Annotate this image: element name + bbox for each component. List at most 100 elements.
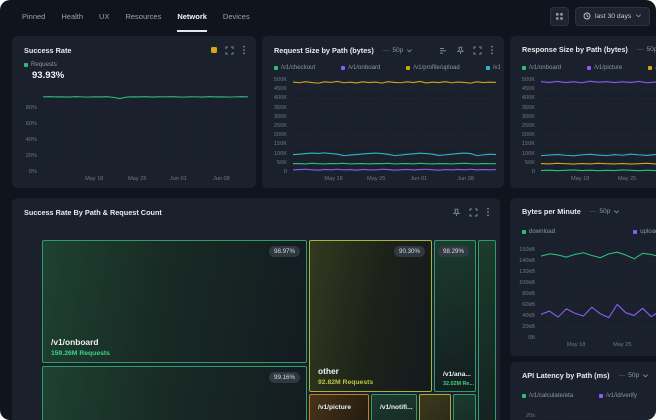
series-/v1/picture	[541, 81, 656, 82]
legend-toggle-icon[interactable]	[439, 46, 448, 55]
time-range-selector[interactable]: last 30 days	[575, 7, 650, 26]
legend-item[interactable]: upload	[633, 228, 656, 235]
legend-item[interactable]: /v1/id/verify	[599, 392, 637, 399]
panel-title: Success Rate By Path & Request Count	[24, 208, 162, 217]
api-latency-chart: 20s	[516, 404, 656, 420]
expand-icon[interactable]	[225, 46, 234, 55]
legend-dot-icon	[648, 66, 652, 70]
series-/v1/user/<id>/profile	[293, 153, 496, 156]
legend-dot-icon	[599, 394, 603, 398]
path-label: /v1/ana...	[443, 371, 471, 378]
legend-item[interactable]: /v1/user/<id>/profile	[486, 64, 500, 71]
response-size-chart: 500K450K400K350K300K250K200K150K100K50K0…	[516, 80, 656, 184]
grid-layout-button[interactable]	[550, 7, 569, 26]
percentile-select[interactable]: — 50p	[383, 47, 414, 54]
panel-title: Bytes per Minute	[522, 207, 581, 216]
chevron-down-icon	[613, 208, 620, 215]
top-controls: last 30 days Filter/Cr	[550, 7, 656, 26]
series-/v1/onboard	[541, 170, 656, 171]
panel-response-size: Response Size by Path (bytes) — 50p /v1/…	[510, 36, 656, 188]
chart-plot	[293, 80, 496, 172]
legend-item[interactable]: Requests	[24, 61, 57, 68]
series-/v1/checkout	[293, 163, 496, 164]
legend-item[interactable]: /v1/profile/upload	[406, 64, 459, 71]
treemap-box-other[interactable]: 90.30% other 92.82M Requests	[309, 240, 432, 392]
panel-api-latency: API Latency by Path (ms) — 50p /v1/calcu…	[510, 362, 656, 420]
treemap-box-unlabeled-1[interactable]	[419, 394, 451, 420]
legend-item[interactable]: /v1/onboard	[522, 64, 561, 71]
chart-plot	[541, 80, 656, 172]
request-count: 92.82M Requests	[318, 379, 373, 386]
top-navigation-bar: Pinned Health UX Resources Network Devices la…	[0, 0, 656, 32]
legend-item[interactable]: /v1/picture	[587, 64, 622, 71]
treemap-box-second[interactable]: 99.16%	[42, 366, 307, 420]
legend: /v1/checkout/v1/onboard/v1/profile/uploa…	[274, 64, 500, 71]
legend-item[interactable]: /v1/profile/upload	[648, 64, 656, 71]
legend-item[interactable]: download	[522, 228, 555, 235]
expand-icon[interactable]	[469, 208, 478, 217]
kebab-menu-icon[interactable]	[490, 45, 494, 55]
percentile-select[interactable]: — 50p	[637, 46, 656, 53]
series-upload	[541, 304, 656, 318]
legend: Requests	[24, 61, 252, 68]
success-badge: 99.16%	[269, 372, 300, 383]
tab-network[interactable]: Network	[177, 0, 207, 32]
dashboard-page: Pinned Health UX Resources Network Devices la…	[0, 0, 656, 420]
success-badge: 98.97%	[269, 246, 300, 257]
tab-resources[interactable]: Resources	[125, 0, 161, 32]
panel-title: Success Rate	[24, 46, 71, 55]
legend-item[interactable]: /v1/checkout	[274, 64, 315, 71]
legend-item[interactable]: /v1/onboard	[341, 64, 380, 71]
legend-dot-icon	[406, 66, 410, 70]
legend-item[interactable]: /v1/calculate/eta	[522, 392, 573, 399]
chevron-down-icon	[642, 372, 649, 379]
treemap-box-picture[interactable]: /v1/picture	[309, 394, 369, 420]
treemap-box-unlabeled-2[interactable]	[453, 394, 476, 420]
treemap-box-analytics[interactable]: 98.29% /v1/ana... 32.02M Re...	[434, 240, 476, 392]
treemap: 98.97% /v1/onboard 159.26M Requests 99.1…	[40, 238, 494, 420]
y-axis-labels: 20s	[516, 404, 538, 420]
percentile-select[interactable]: — 50p	[619, 372, 650, 379]
panel-success-rate: Success Rate Requests 93.93% 80%60%40%20…	[12, 36, 256, 188]
path-label: /v1/onboard	[51, 337, 98, 347]
tab-pinned[interactable]: Pinned	[22, 0, 45, 32]
tab-health[interactable]: Health	[61, 0, 83, 32]
nav-tabs: Pinned Health UX Resources Network Devices	[22, 0, 250, 32]
chevron-down-icon	[635, 12, 642, 21]
treemap-box-unlabeled-column[interactable]	[478, 240, 496, 420]
legend-dot-icon	[522, 66, 526, 70]
series-/v1/profile/upload	[293, 81, 496, 83]
legend: /v1/onboard/v1/picture/v1/profile/upload	[522, 64, 656, 71]
clock-icon	[583, 12, 591, 22]
grid-icon	[555, 8, 564, 26]
legend-dot-icon	[633, 230, 637, 234]
request-count: 159.26M Requests	[51, 350, 110, 357]
kebab-menu-icon[interactable]	[242, 45, 246, 55]
series-/v1/onboard	[293, 169, 496, 170]
y-axis-labels: 80%60%40%20%0%	[18, 92, 40, 172]
treemap-box-onboard[interactable]: 98.97% /v1/onboard 159.26M Requests	[42, 240, 307, 363]
alert-indicator-icon[interactable]	[211, 47, 217, 53]
legend-dot-icon	[274, 66, 278, 70]
kebab-menu-icon[interactable]	[486, 207, 490, 217]
y-axis-labels: 500K450K400K350K300K250K200K150K100K50K0	[268, 80, 290, 172]
tab-devices[interactable]: Devices	[223, 0, 250, 32]
treemap-box-notifications[interactable]: /v1/notifi...	[371, 394, 417, 420]
x-axis-labels: May 18May 25Jun 01Jun 08	[293, 174, 496, 184]
chart-plot	[541, 250, 656, 338]
legend: download upload	[522, 228, 656, 235]
percentile-select[interactable]: — 50p	[590, 208, 621, 215]
x-axis-labels: May 18May 25Jun 01Jun 08	[43, 174, 248, 184]
chevron-down-icon	[406, 47, 413, 54]
series-/v1/calculate/eta	[541, 407, 656, 420]
series-download	[541, 252, 656, 259]
expand-icon[interactable]	[473, 46, 482, 55]
tab-ux[interactable]: UX	[99, 0, 109, 32]
series-/v1/profile/upload	[541, 163, 656, 164]
pin-icon[interactable]	[456, 46, 465, 55]
y-axis-labels: 500K450K400K350K300K250K200K150K100K50K0	[516, 80, 538, 172]
pin-icon[interactable]	[452, 208, 461, 217]
panel-success-by-path: Success Rate By Path & Request Count 98.…	[12, 198, 500, 420]
panel-bytes-per-minute: Bytes per Minute — 50p downloadupload 16…	[510, 198, 656, 356]
request-size-chart: 500K450K400K350K300K250K200K150K100K50K0…	[268, 80, 496, 184]
